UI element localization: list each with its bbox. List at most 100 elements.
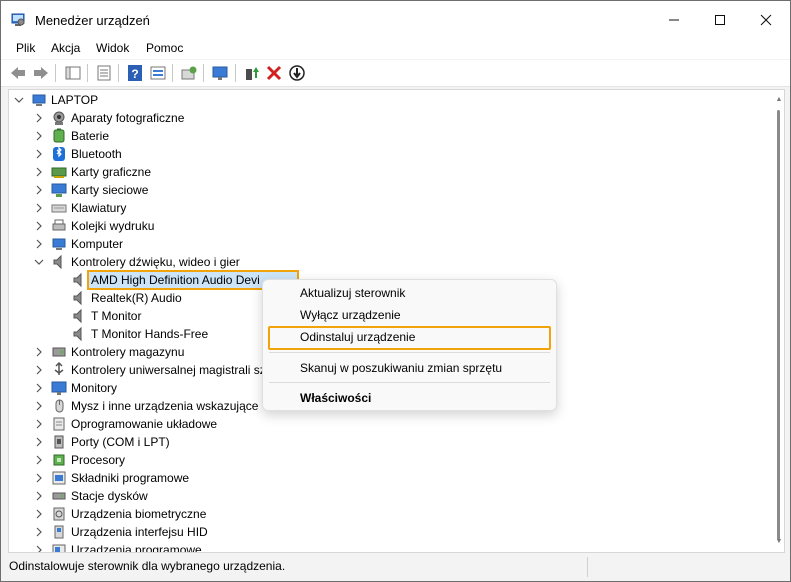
tree-label: Karty graficzne: [71, 165, 152, 179]
monitor-icon[interactable]: [211, 64, 229, 82]
scroll-up-icon[interactable]: ▲: [774, 96, 784, 104]
menu-separator: [269, 352, 550, 353]
chevron-right-icon[interactable]: [33, 201, 45, 215]
svg-text:?: ?: [131, 67, 138, 81]
tree-row-network-adapters[interactable]: Karty sieciowe: [9, 181, 770, 199]
printer-icon: [52, 219, 66, 231]
menu-help[interactable]: Pomoc: [143, 41, 186, 55]
maximize-button[interactable]: [697, 1, 743, 39]
tree-row-ports[interactable]: Porty (COM i LPT): [9, 433, 770, 451]
tree-label: Realtek(R) Audio: [91, 291, 182, 305]
toolbar-separator: [55, 64, 56, 82]
tree-row-print-queues[interactable]: Kolejki wydruku: [9, 217, 770, 235]
tree-label: Kontrolery uniwersalnej magistrali sz: [71, 363, 266, 377]
chevron-right-icon[interactable]: [33, 543, 45, 553]
tree-row-computer[interactable]: Komputer: [9, 235, 770, 253]
vertical-scrollbar[interactable]: ▲ ▼: [774, 96, 784, 546]
menu-properties[interactable]: Właściwości: [300, 391, 371, 405]
tree-label: Stacje dysków: [71, 489, 148, 503]
chevron-right-icon[interactable]: [33, 525, 45, 539]
uninstall-icon[interactable]: [265, 64, 283, 82]
mouse-icon: [55, 399, 64, 413]
monitor-icon: [51, 381, 67, 395]
status-separator: [587, 557, 588, 577]
menu-separator: [269, 382, 550, 383]
tree-row-biometric-devices[interactable]: Urządzenia biometryczne: [9, 505, 770, 523]
hid-icon: [54, 525, 64, 539]
usb-icon: [54, 362, 64, 375]
chevron-right-icon[interactable]: [33, 471, 45, 485]
properties-panel-icon[interactable]: [64, 64, 82, 82]
cpu-icon: [53, 454, 65, 466]
tree-row-hid-devices[interactable]: Urządzenia interfejsu HID: [9, 523, 770, 541]
tree-row-software-devices[interactable]: Urządzenia programowe: [9, 541, 770, 553]
chevron-right-icon[interactable]: [33, 489, 45, 503]
chevron-right-icon[interactable]: [33, 183, 45, 197]
chevron-right-icon[interactable]: [33, 363, 45, 377]
tree-row-batteries[interactable]: Baterie: [9, 127, 770, 145]
scroll-thumb[interactable]: [777, 110, 780, 540]
chevron-right-icon[interactable]: [33, 345, 45, 359]
status-bar: Odinstalowuje sterownik dla wybranego ur…: [1, 553, 790, 581]
tree-label: Urządzenia programowe: [71, 543, 202, 553]
menu-uninstall-device[interactable]: Odinstaluj urządzenie: [300, 330, 415, 344]
speaker-icon: [53, 254, 62, 270]
scroll-down-icon[interactable]: ▼: [774, 538, 784, 546]
tree-row-laptop[interactable]: LAPTOP: [9, 91, 770, 109]
tree-row-software-components[interactable]: Składniki programowe: [9, 469, 770, 487]
chevron-right-icon[interactable]: [33, 417, 45, 431]
tree-row-bluetooth[interactable]: Bluetooth: [9, 145, 770, 163]
chevron-right-icon[interactable]: [33, 111, 45, 125]
menu-disable-device[interactable]: Wyłącz urządzenie: [300, 308, 401, 322]
menu-file[interactable]: Plik: [13, 41, 38, 55]
tree-label: Urządzenia biometryczne: [71, 507, 207, 521]
chevron-right-icon[interactable]: [33, 237, 45, 251]
tree-label: T Monitor Hands-Free: [91, 327, 209, 341]
menu-update-driver[interactable]: Aktualizuj sterownik: [300, 286, 405, 300]
disable-icon[interactable]: [288, 64, 306, 82]
tree-row-audio-controllers[interactable]: Kontrolery dźwięku, wideo i gier: [9, 253, 770, 271]
tree-row-disk-drives[interactable]: Stacje dysków: [9, 487, 770, 505]
port-icon: [54, 435, 64, 449]
close-icon: [760, 14, 772, 26]
bluetooth-icon: [53, 146, 65, 161]
minimize-icon: [669, 19, 679, 21]
tree-row-firmware[interactable]: Oprogramowanie układowe: [9, 415, 770, 433]
list-view-icon[interactable]: [95, 64, 113, 82]
chevron-right-icon[interactable]: [33, 129, 45, 143]
menu-action[interactable]: Akcja: [48, 41, 83, 55]
help-icon[interactable]: ?: [126, 64, 144, 82]
chevron-right-icon[interactable]: [33, 165, 45, 179]
menu-view[interactable]: Widok: [93, 41, 132, 55]
chevron-right-icon[interactable]: [33, 399, 45, 413]
chevron-down-icon[interactable]: [13, 93, 25, 107]
chevron-right-icon[interactable]: [33, 219, 45, 233]
scan-hardware-icon[interactable]: [180, 64, 198, 82]
gpu-icon: [51, 167, 67, 178]
forward-icon[interactable]: [32, 64, 50, 82]
speaker-icon: [73, 272, 82, 288]
minimize-button[interactable]: [651, 1, 697, 39]
tree-row-keyboards[interactable]: Klawiatury: [9, 199, 770, 217]
update-driver-icon[interactable]: [243, 64, 261, 82]
chevron-right-icon[interactable]: [33, 381, 45, 395]
tree-label: Klawiatury: [71, 201, 127, 215]
menu-scan-hardware[interactable]: Skanuj w poszukiwaniu zmian sprzętu: [300, 361, 502, 375]
context-menu: Aktualizuj sterownik Wyłącz urządzenie O…: [262, 279, 557, 411]
device-view-icon[interactable]: [149, 64, 167, 82]
tree-label: Urządzenia interfejsu HID: [71, 525, 208, 539]
tree-row-processors[interactable]: Procesory: [9, 451, 770, 469]
chevron-right-icon[interactable]: [33, 507, 45, 521]
chevron-right-icon[interactable]: [33, 435, 45, 449]
speaker-icon: [73, 326, 82, 342]
chevron-down-icon[interactable]: [33, 255, 45, 269]
back-icon[interactable]: [9, 64, 27, 82]
chevron-right-icon[interactable]: [33, 453, 45, 467]
storage-icon: [52, 347, 66, 357]
tree-row-display-adapters[interactable]: Karty graficzne: [9, 163, 770, 181]
tree-label: Aparaty fotograficzne: [71, 111, 185, 125]
tree-row-cameras[interactable]: Aparaty fotograficzne: [9, 109, 770, 127]
chevron-right-icon[interactable]: [33, 147, 45, 161]
close-button[interactable]: [743, 1, 789, 39]
tree-label: Karty sieciowe: [71, 183, 149, 197]
